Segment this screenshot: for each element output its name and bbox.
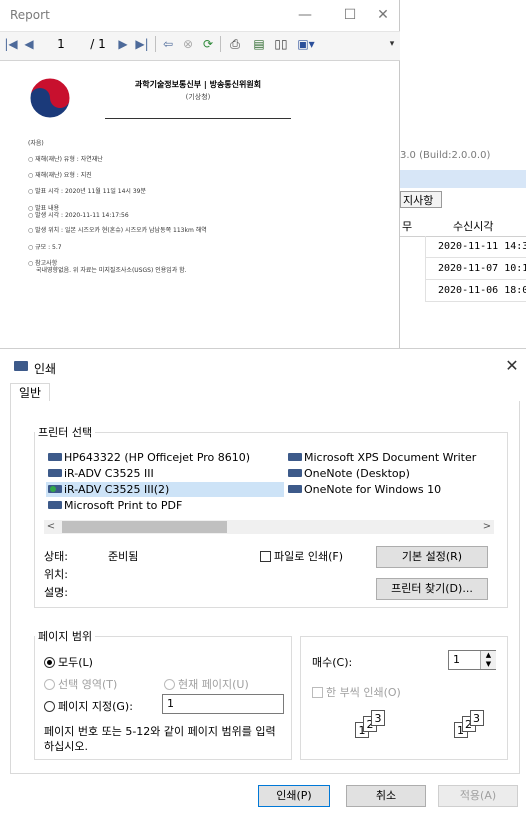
radio-button[interactable]	[44, 701, 55, 712]
radio-selection[interactable]: 선택 영역(T)	[44, 676, 117, 692]
printer-item[interactable]: OneNote (Desktop)	[288, 466, 410, 481]
checkbox-box[interactable]	[260, 551, 271, 562]
column-header-received-time[interactable]: 수신시각	[453, 218, 493, 234]
printer-icon	[48, 469, 62, 477]
printer-item[interactable]: Microsoft Print to PDF	[48, 498, 182, 513]
print-button[interactable]: 인쇄(P)	[258, 785, 330, 807]
printer-icon	[48, 453, 62, 461]
report-line: ○ 발생 시각 : 2020-11-11 14:17:56	[28, 212, 129, 219]
table-row[interactable]: 2020-11-11 14:39	[425, 236, 526, 258]
printer-icon	[288, 469, 302, 477]
government-emblem-logo	[29, 77, 71, 119]
version-text: 3.0 (Build:2.0.0.0)	[400, 150, 491, 161]
collate-checkbox[interactable]: 한 부씩 인쇄(O)	[312, 684, 401, 700]
printer-icon	[288, 485, 302, 493]
table-row[interactable]: 2020-11-07 10:17	[425, 258, 526, 280]
printer-item[interactable]: Microsoft XPS Document Writer	[288, 450, 476, 465]
printer-item[interactable]: iR-ADV C3525 III	[48, 466, 154, 481]
total-pages-label: / 1	[90, 37, 106, 51]
pages-hint: 페이지 번호 또는 5-12와 같이 페이지 범위를 입력하십시오.	[44, 725, 276, 753]
first-page-icon[interactable]: |◀	[4, 33, 18, 55]
report-agency-title: 과학기술정보통신부 | 방송통신위원회	[134, 80, 262, 89]
preferences-button[interactable]: 기본 설정(R)	[376, 546, 488, 568]
radio-pages[interactable]: 페이지 지정(G):	[44, 698, 133, 714]
stop-icon[interactable]: ⊗	[180, 33, 196, 55]
toolbar-separator	[155, 36, 156, 52]
collate-page: 3	[371, 710, 385, 726]
radio-all[interactable]: 모두(L)	[44, 654, 93, 670]
default-printer-icon	[48, 485, 62, 493]
refresh-icon[interactable]: ⟳	[200, 33, 216, 55]
dialog-close-button[interactable]: ✕	[500, 354, 524, 378]
back-icon[interactable]: ⇦	[160, 33, 176, 55]
report-line: ○ 재해(재난) 요형 : 지진	[28, 172, 92, 179]
location-label: 위치:	[44, 568, 68, 581]
notice-tab[interactable]: 지사항	[400, 191, 442, 208]
radio-button[interactable]	[44, 679, 55, 690]
report-window-title: Report	[10, 8, 50, 22]
last-page-icon[interactable]: ▶|	[134, 33, 150, 55]
table-row[interactable]: 2020-11-06 18:02	[425, 280, 526, 302]
comment-label: 설명:	[44, 586, 68, 599]
spinner-arrows-icon[interactable]: ▲ ▼	[480, 651, 496, 669]
prev-page-icon[interactable]: ◀	[22, 33, 36, 55]
radio-button[interactable]	[164, 679, 175, 690]
title-divider	[105, 118, 291, 119]
report-line: ○ 발생 위치 : 일본 시즈오카 현(혼슈) 시즈오카 남남동쪽 113km …	[28, 227, 207, 234]
printer-item[interactable]: HP643322 (HP Officejet Pro 8610)	[48, 450, 250, 465]
find-printer-button[interactable]: 프린터 찾기(D)...	[376, 578, 488, 600]
report-line: 국내영향없음. 위 자료는 미지질조사소(USGS) 인용임과 함.	[36, 267, 187, 274]
radio-button[interactable]	[44, 657, 55, 668]
toolbar-overflow-icon[interactable]: ▾	[386, 33, 398, 55]
column-header-type[interactable]: 무	[402, 218, 412, 234]
status-value: 준비됨	[108, 550, 139, 563]
toolbar-separator	[220, 36, 221, 52]
radio-current-page[interactable]: 현재 페이지(U)	[164, 676, 249, 692]
scroll-left-icon[interactable]: <	[44, 520, 58, 534]
printer-group-label: 프린터 선택	[35, 424, 96, 440]
printer-icon	[14, 361, 28, 371]
checkbox-box[interactable]	[312, 687, 323, 698]
print-to-file-checkbox[interactable]: 파일로 인쇄(F)	[260, 548, 343, 564]
scroll-right-icon[interactable]: >	[480, 520, 494, 534]
report-line: ○ 재해(재난) 유형 : 자연재난	[28, 156, 103, 163]
collate-illustration: 1 2 3	[453, 710, 494, 740]
printer-icon	[48, 501, 62, 509]
page-view-icon[interactable]: ▯▯	[272, 33, 290, 55]
report-line: ○ 발표 시각 : 2020년 11월 11일 14시 39분	[28, 188, 147, 195]
collate-page: 3	[469, 710, 484, 726]
printer-icon	[288, 453, 302, 461]
report-line: ○ 규모 : 5.7	[28, 244, 62, 251]
maximize-button[interactable]: ☐	[335, 2, 365, 28]
status-label: 상태:	[44, 550, 68, 563]
dialog-title: 인쇄	[34, 362, 57, 376]
cancel-button[interactable]: 취소	[346, 785, 426, 807]
printer-item[interactable]: OneNote for Windows 10	[288, 482, 441, 497]
scrollbar-thumb[interactable]	[62, 521, 227, 533]
copies-label: 매수(C):	[312, 656, 353, 669]
apply-button[interactable]: 적용(A)	[438, 785, 518, 807]
header-band	[400, 170, 526, 188]
collate-illustration: 1 2 3	[355, 710, 395, 740]
page-range-label: 페이지 범위	[35, 628, 96, 644]
tab-general[interactable]: 일반	[10, 383, 50, 403]
minimize-button[interactable]: —	[290, 2, 320, 28]
report-line: (자음)	[28, 140, 44, 147]
close-button[interactable]: ✕	[368, 2, 398, 28]
pages-input[interactable]: 1	[162, 694, 284, 714]
current-page-field[interactable]: 1	[50, 33, 72, 55]
print-icon[interactable]: ⎙	[226, 33, 244, 55]
page-setup-icon[interactable]: ▤	[250, 33, 268, 55]
next-page-icon[interactable]: ▶	[116, 33, 130, 55]
printer-item-selected[interactable]: iR-ADV C3525 III(2)	[46, 482, 284, 497]
export-dropdown-icon[interactable]: ▣▾	[295, 33, 317, 55]
report-subtitle: (기상청)	[185, 93, 211, 101]
